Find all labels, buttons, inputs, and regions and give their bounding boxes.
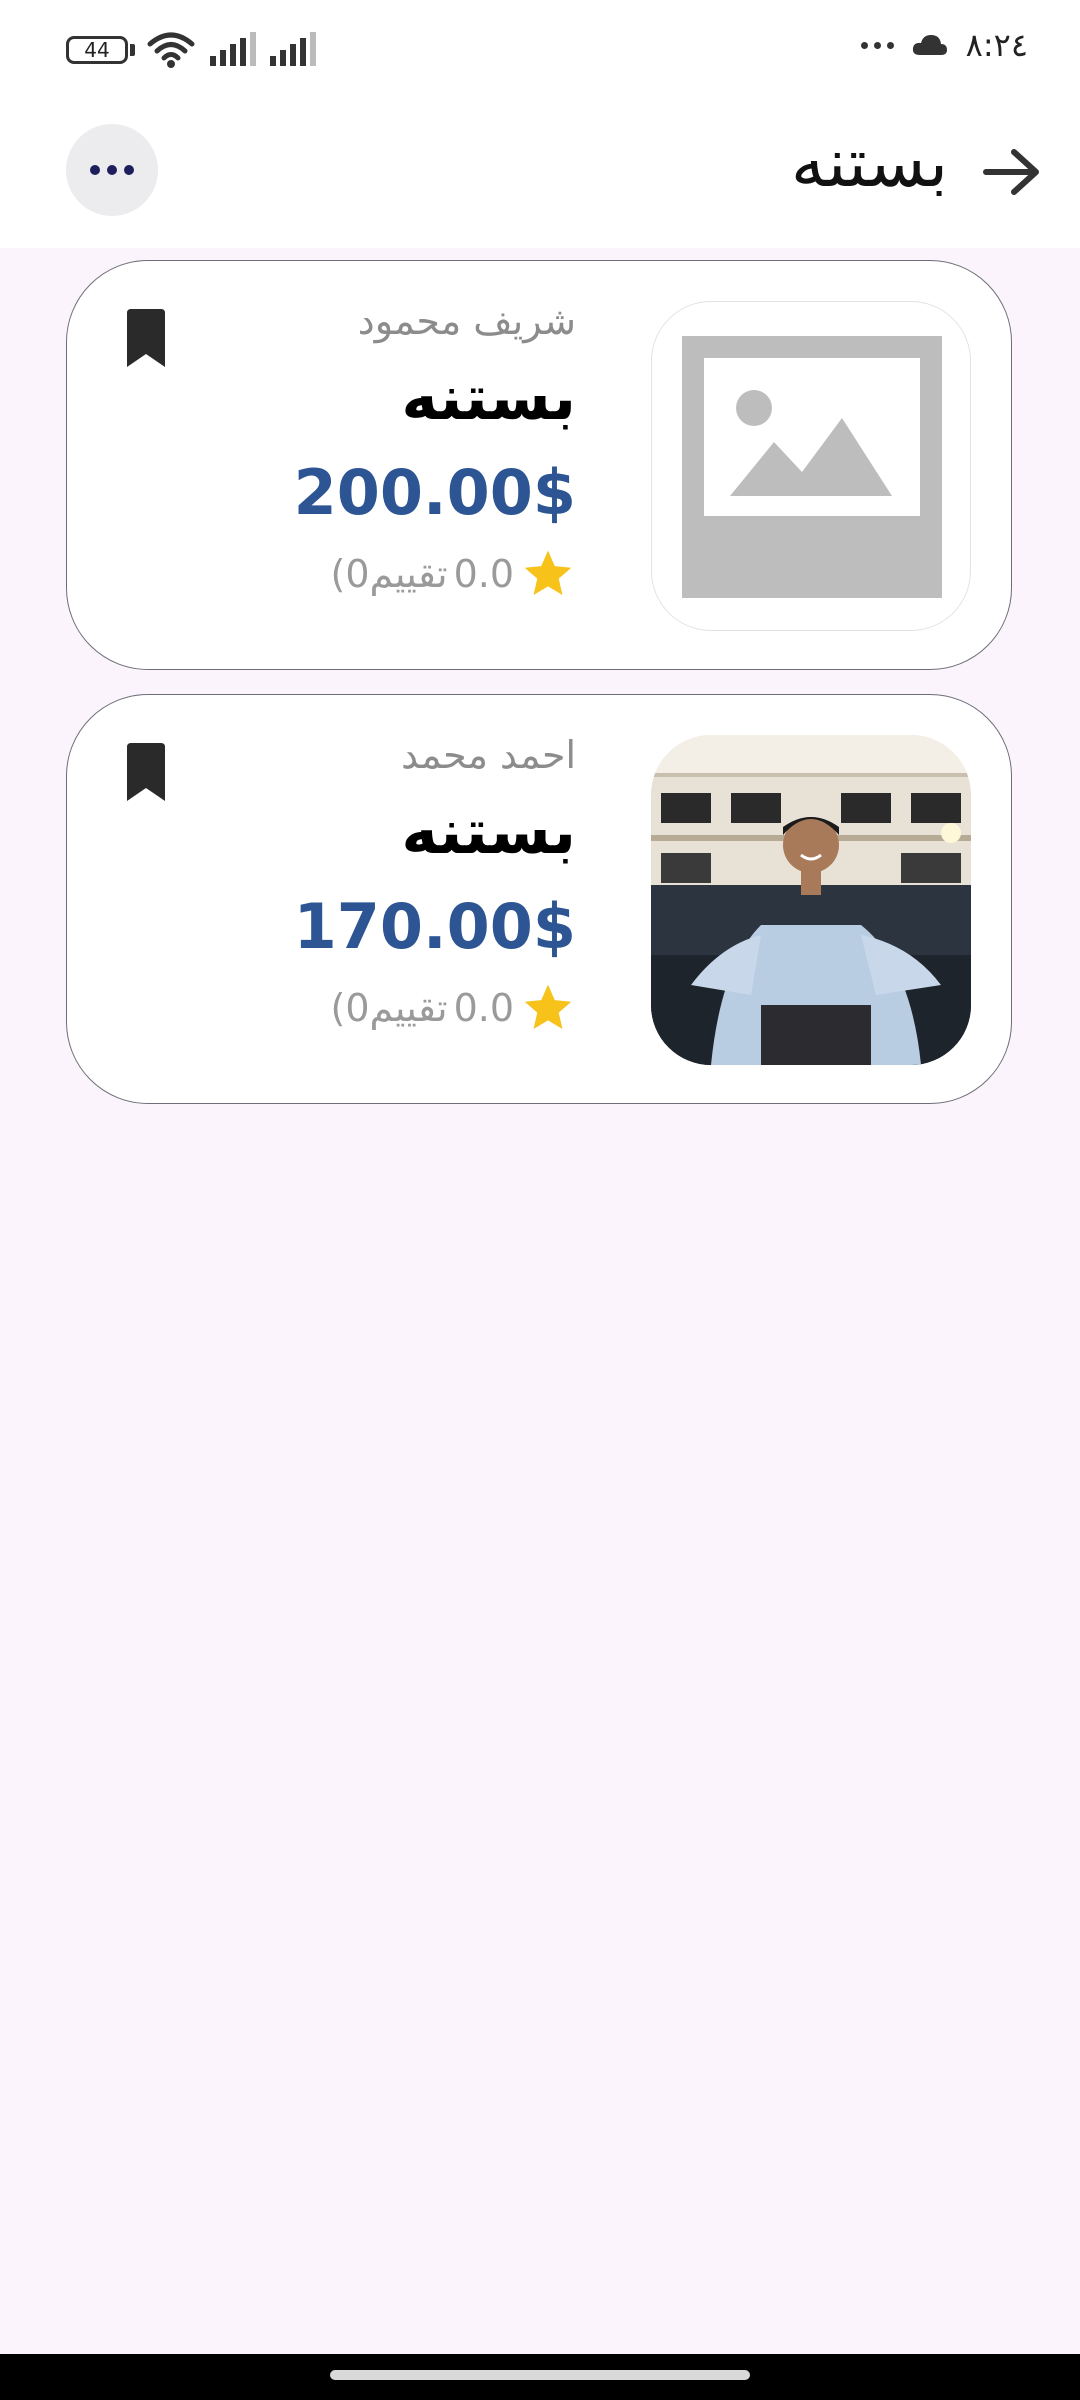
star-icon <box>524 984 572 1029</box>
product-image <box>651 735 971 1065</box>
rating-row: (0تقييم 0.0 <box>331 546 576 602</box>
rating-count: (0تقييم <box>330 986 448 1030</box>
product-price: 170.00$ <box>293 890 576 963</box>
battery-icon: 44 <box>66 36 128 64</box>
photo-image <box>651 735 971 1065</box>
wifi-icon <box>147 32 195 68</box>
page-title: بستنه <box>790 124 948 203</box>
bookmark-icon[interactable] <box>123 743 169 803</box>
product-card[interactable]: شريف محمود بستنه 200.00$ (0تقييم 0.0 <box>66 260 1012 670</box>
author-name: شريف محمود <box>357 299 576 343</box>
battery-level: 44 <box>84 38 110 62</box>
status-right: ٨:٢٤ <box>860 26 1028 64</box>
more-horizontal-icon <box>90 165 100 175</box>
more-dots-icon <box>860 41 894 49</box>
status-bar: 44 ٨:٢٤ <box>0 0 1080 104</box>
rating-value: 0.0 <box>453 552 514 596</box>
rating-row: (0تقييم 0.0 <box>331 980 576 1036</box>
signal-icon <box>210 32 256 66</box>
rating-count: (0تقييم <box>330 552 448 596</box>
star-icon <box>524 550 572 595</box>
more-options-button[interactable] <box>66 124 158 216</box>
cloud-icon <box>912 35 947 55</box>
arrow-forward-icon[interactable] <box>980 140 1044 204</box>
product-price: 200.00$ <box>293 456 576 529</box>
author-name: احمد محمد <box>401 733 576 777</box>
battery-tip <box>130 44 135 56</box>
app-bar: بستنه <box>0 104 1080 248</box>
product-card[interactable]: احمد محمد بستنه 170.00$ (0تقييم 0.0 <box>66 694 1012 1104</box>
rating-value: 0.0 <box>453 986 514 1030</box>
navigation-bar <box>0 2354 1080 2400</box>
product-image <box>651 301 971 631</box>
status-time: ٨:٢٤ <box>965 26 1028 64</box>
placeholder-image-icon <box>682 336 942 598</box>
home-gesture-handle[interactable] <box>330 2370 750 2380</box>
signal-icon <box>270 32 316 66</box>
product-title: بستنه <box>401 361 576 434</box>
bookmark-icon[interactable] <box>123 309 169 369</box>
product-title: بستنه <box>401 795 576 868</box>
